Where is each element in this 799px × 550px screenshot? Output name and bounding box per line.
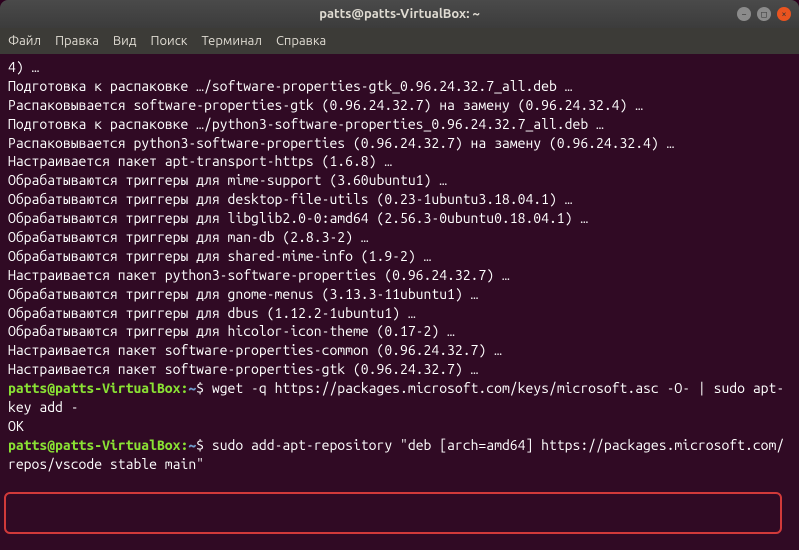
output-line: Обрабатываются триггеры для dbus (1.12.2… xyxy=(8,304,791,323)
prompt-user: patts@patts-VirtualBox xyxy=(8,380,180,396)
window-title: patts@patts-VirtualBox: ~ xyxy=(319,7,480,21)
menu-edit[interactable]: Правка xyxy=(55,34,99,48)
window-controls: − □ × xyxy=(737,7,791,21)
output-line: Обрабатываются триггеры для libglib2.0-0… xyxy=(8,209,791,228)
output-line: Настраивается пакет apt-transport-https … xyxy=(8,152,791,171)
output-line: 4) … xyxy=(8,58,791,77)
output-line: Распаковывается python3-software-propert… xyxy=(8,134,791,153)
output-line: Настраивается пакет software-properties-… xyxy=(8,360,791,379)
output-line: Настраивается пакет python3-software-pro… xyxy=(8,266,791,285)
output-line: Обрабатываются триггеры для mime-support… xyxy=(8,171,791,190)
output-line: Распаковывается software-properties-gtk … xyxy=(8,96,791,115)
output-line: Обрабатываются триггеры для shared-mime-… xyxy=(8,247,791,266)
menu-search[interactable]: Поиск xyxy=(150,34,187,48)
highlight-annotation xyxy=(4,492,782,534)
output-line: Настраивается пакет software-properties-… xyxy=(8,341,791,360)
maximize-button[interactable]: □ xyxy=(757,7,771,21)
output-line: OK xyxy=(8,417,791,436)
close-button[interactable]: × xyxy=(777,7,791,21)
output-line: Обрабатываются триггеры для desktop-file… xyxy=(8,190,791,209)
output-line: Подготовка к распаковке …/software-prope… xyxy=(8,77,791,96)
menu-file[interactable]: Файл xyxy=(8,34,41,48)
prompt-line: patts@patts-VirtualBox:~$ wget -q https:… xyxy=(8,379,791,417)
titlebar[interactable]: patts@patts-VirtualBox: ~ − □ × xyxy=(0,0,799,28)
prompt-dollar: $ xyxy=(196,380,212,396)
prompt-user: patts@patts-VirtualBox xyxy=(8,437,180,453)
menu-help[interactable]: Справка xyxy=(276,34,326,48)
prompt-line: patts@patts-VirtualBox:~$ sudo add-apt-r… xyxy=(8,436,791,474)
prompt-path: ~ xyxy=(188,437,196,453)
prompt-path: ~ xyxy=(188,380,196,396)
terminal-area[interactable]: 4) … Подготовка к распаковке …/software-… xyxy=(0,54,799,550)
prompt-dollar: $ xyxy=(196,437,212,453)
menubar: Файл Правка Вид Поиск Терминал Справка xyxy=(0,28,799,54)
output-line: Подготовка к распаковке …/python3-softwa… xyxy=(8,115,791,134)
terminal-window: patts@patts-VirtualBox: ~ − □ × Файл Пра… xyxy=(0,0,799,550)
output-line: Обрабатываются триггеры для man-db (2.8.… xyxy=(8,228,791,247)
minimize-button[interactable]: − xyxy=(737,7,751,21)
menu-terminal[interactable]: Терминал xyxy=(201,34,261,48)
output-line: Обрабатываются триггеры для gnome-menus … xyxy=(8,285,791,304)
output-line: Обрабатываются триггеры для hicolor-icon… xyxy=(8,322,791,341)
menu-view[interactable]: Вид xyxy=(113,34,137,48)
